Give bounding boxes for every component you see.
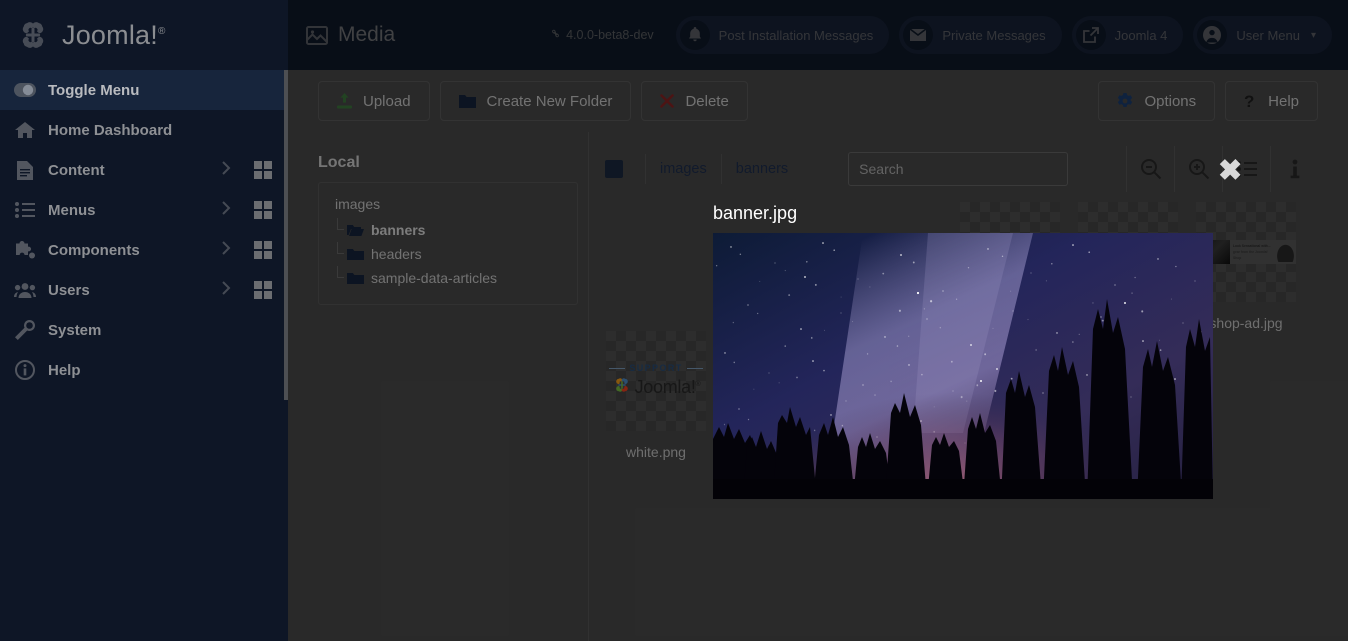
sidebar-item-label: Home Dashboard (48, 121, 173, 139)
sidebar-nav: Toggle Menu Home Dashboard Content Menus… (0, 70, 288, 390)
puzzle-icon (14, 241, 36, 259)
sidebar-item-label: Menus (48, 201, 96, 219)
sidebar-item-toggle-menu[interactable]: Toggle Menu (0, 70, 288, 110)
sidebar-item-content[interactable]: Content (0, 150, 288, 190)
preview-graphic (713, 233, 1213, 499)
sidebar-item-label: Toggle Menu (48, 81, 140, 99)
sidebar-item-users[interactable]: Users (0, 270, 288, 310)
joomla-admin-app: Joomla!® Toggle Menu Home Dashboard Cont… (0, 0, 1348, 641)
sidebar-item-label: Content (48, 161, 105, 179)
home-icon (14, 121, 36, 139)
grid-icon[interactable] (254, 241, 272, 259)
sidebar-item-help[interactable]: Help (0, 350, 288, 390)
brand-logo-block[interactable]: Joomla!® (0, 0, 288, 70)
users-icon (14, 282, 36, 298)
sidebar-item-label: Components (48, 241, 140, 259)
sidebar-item-components[interactable]: Components (0, 230, 288, 270)
close-icon[interactable]: ✖ (1218, 157, 1242, 186)
image-preview (713, 233, 1213, 499)
chevron-right-icon[interactable] (218, 161, 234, 179)
list-icon (14, 202, 36, 218)
joomla-logo-icon (14, 16, 52, 54)
grid-icon[interactable] (254, 281, 272, 299)
chevron-right-icon[interactable] (218, 281, 234, 299)
sidebar-item-home-dashboard[interactable]: Home Dashboard (0, 110, 288, 150)
sidebar-item-label: System (48, 321, 102, 339)
sidebar-item-menus[interactable]: Menus (0, 190, 288, 230)
sidebar-item-label: Help (48, 361, 81, 379)
grid-icon[interactable] (254, 161, 272, 179)
sidebar: Joomla!® Toggle Menu Home Dashboard Cont… (0, 0, 288, 641)
main-area: Media 4.0.0-beta8-dev Post Installation … (288, 0, 1348, 641)
chevron-right-icon[interactable] (218, 201, 234, 219)
chevron-right-icon[interactable] (218, 241, 234, 259)
wrench-icon (14, 320, 36, 340)
document-icon (14, 160, 36, 180)
toggle-icon (14, 83, 36, 97)
brand-name: Joomla!® (62, 19, 166, 50)
modal-filename: banner.jpg (713, 203, 798, 223)
preview-modal: ✖ banner.jpg (713, 157, 1242, 499)
grid-icon[interactable] (254, 201, 272, 219)
sidebar-item-label: Users (48, 281, 90, 299)
sidebar-item-system[interactable]: System (0, 310, 288, 350)
info-circle-icon (14, 360, 36, 380)
